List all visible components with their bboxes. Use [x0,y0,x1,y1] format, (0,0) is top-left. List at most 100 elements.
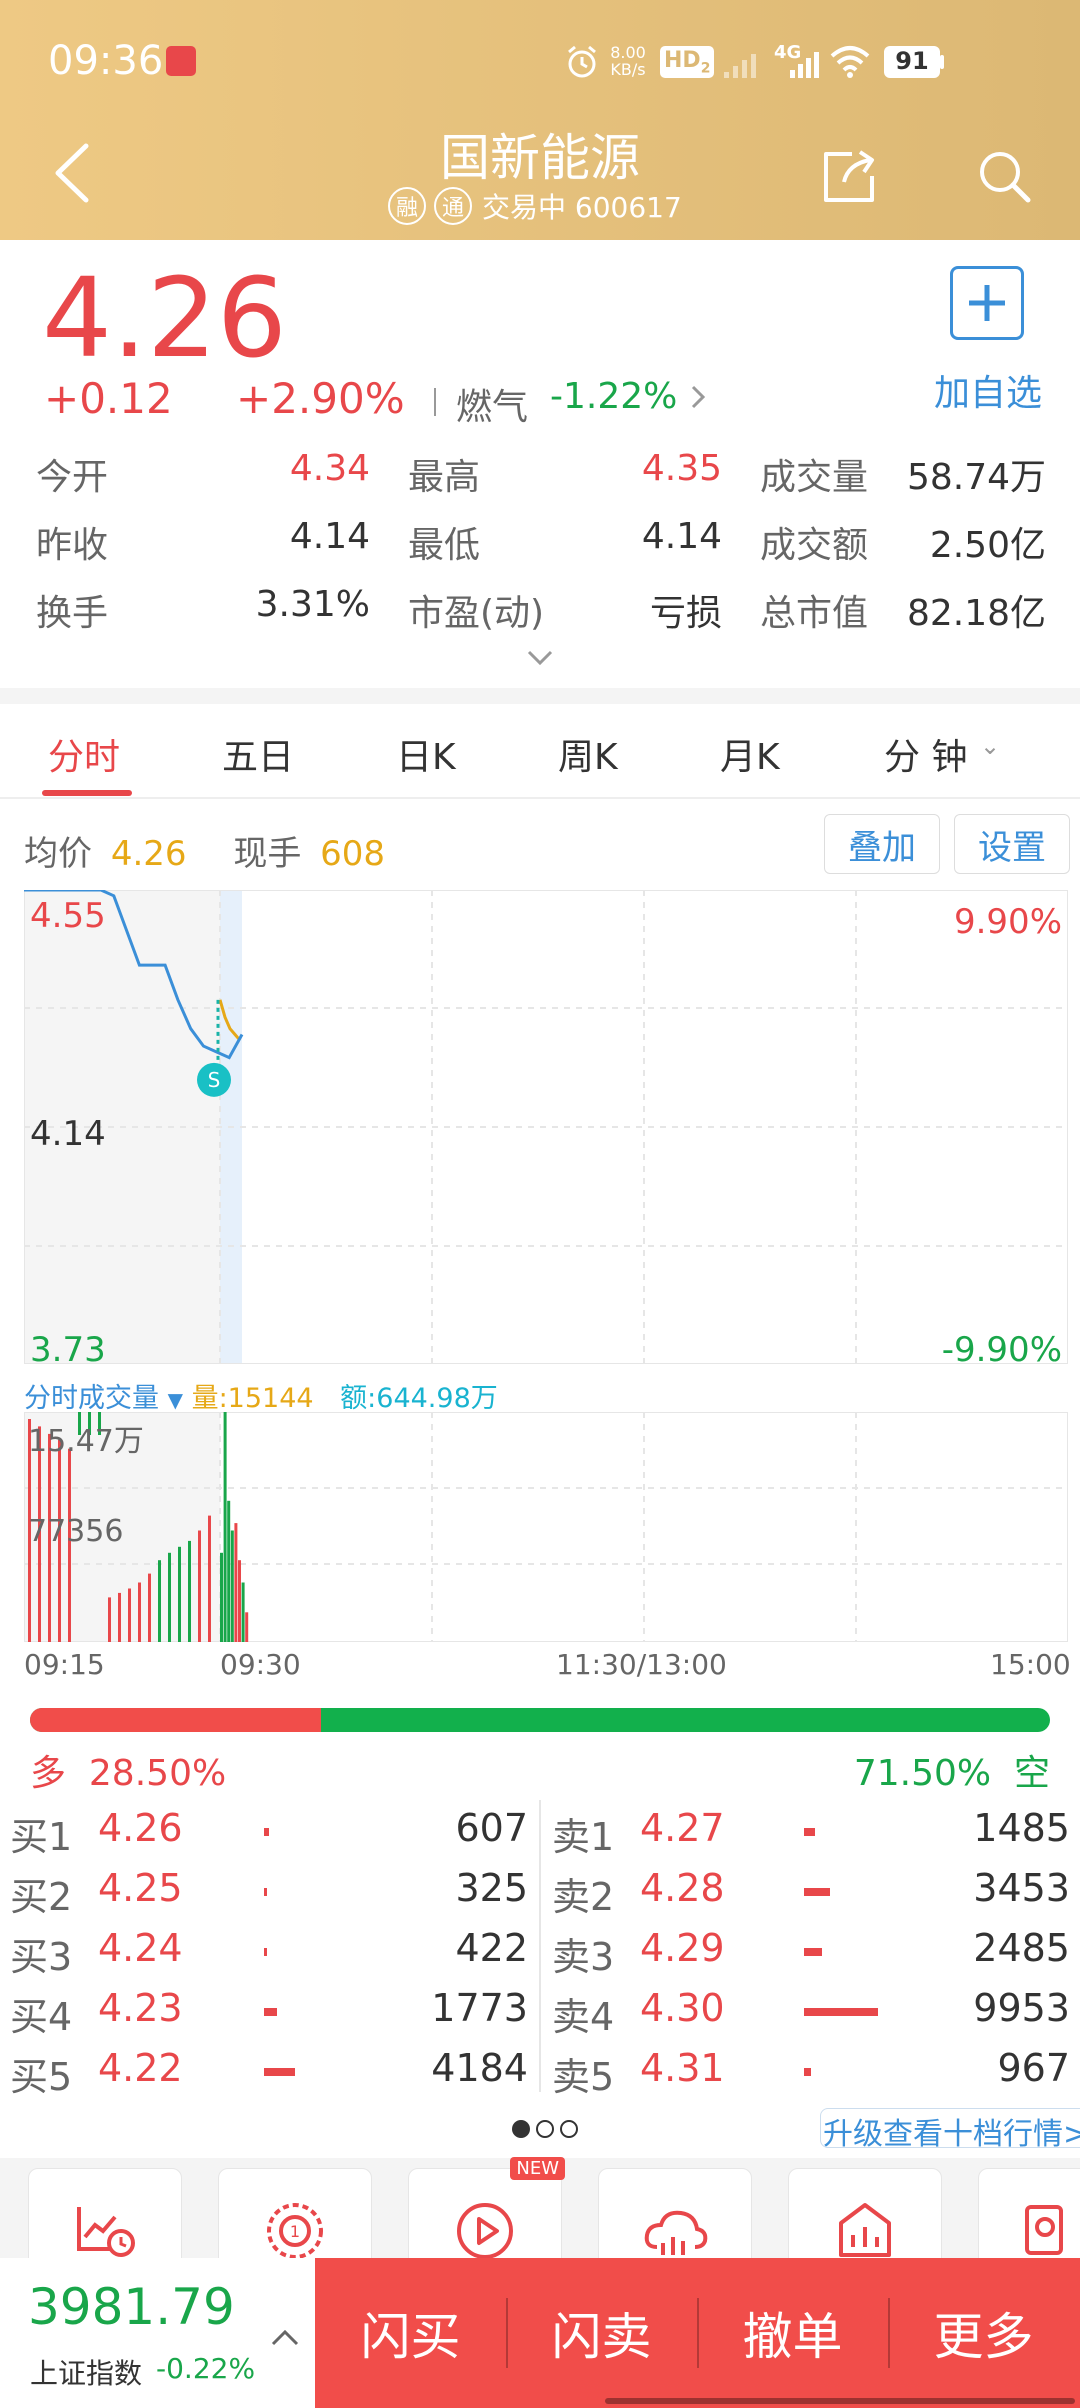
chevron-down-icon[interactable]: ⌄ [980,732,1000,760]
document-search-icon [1025,2205,1063,2255]
tabs-divider [0,797,1080,799]
plus-icon [969,285,1005,321]
volume-bar [220,1552,223,1642]
order-price[interactable]: 4.26 [98,1806,183,1850]
index-name[interactable]: 上证指数 [30,2352,142,2392]
volume-bar [138,1582,141,1642]
current-price: 4.26 [42,254,287,382]
volume-bar [178,1546,181,1642]
order-volume-bar [264,1948,267,1956]
index-change[interactable]: -0.22% [156,2352,255,2385]
settings-button[interactable]: 设置 [954,814,1070,874]
volume-bar [230,1530,234,1642]
tab-item[interactable]: 日K [396,728,456,780]
order-price[interactable]: 4.30 [640,1986,725,2030]
tab-item[interactable]: 分时 [48,728,120,780]
quick-sell-button[interactable]: 闪卖 [506,2258,697,2408]
stat-value: 4.35 [641,448,722,489]
bear-ratio: 71.50% 空 [853,1753,1050,1794]
volume-title[interactable]: 分时成交量 [24,1383,159,1414]
sector-change[interactable]: -1.22% [550,376,677,417]
volume-label-mid: 77356 [28,1514,124,1549]
volume-dropdown-icon[interactable]: ▼ [168,1388,183,1412]
order-volume-bar [804,2068,811,2076]
order-level-label: 买3 [10,1935,73,1979]
order-volume-bar [804,2008,878,2016]
add-watchlist-label[interactable]: 加自选 [934,364,1042,416]
order-volume-bar [264,2008,277,2016]
order-volume-bar [804,1948,822,1956]
expand-icon[interactable] [526,648,554,668]
chart-clock-icon [77,2207,135,2257]
wifi-icon [830,46,870,78]
order-price[interactable]: 4.22 [98,2046,183,2090]
stock-meta: 融 通 交易中 600617 [388,186,682,226]
order-price[interactable]: 4.23 [98,1986,183,2030]
status-bar: 09:36 8.00 KB/s HD2 4G 91 [0,0,1080,120]
tab-item[interactable]: 月K [720,728,780,780]
sector-name[interactable]: 燃气 [456,378,528,430]
stock-name: 国新能源 [440,129,640,187]
cloud-chart-icon [644,2210,708,2255]
order-price[interactable]: 4.25 [98,1866,183,1910]
chart-info: 均价 4.26 现手 608 [24,826,385,875]
order-price[interactable]: 4.28 [640,1866,725,1910]
volume-bar [245,1612,249,1642]
y-label-top: 4.55 [30,896,106,936]
chevron-up-icon[interactable] [270,2328,300,2348]
order-price[interactable]: 4.31 [640,2046,725,2090]
tab-item[interactable]: 五日 [222,728,294,780]
order-level-label: 卖5 [552,2055,615,2099]
signal-icon [790,52,819,78]
battery-tip [940,55,944,69]
volume-bar [168,1552,171,1642]
order-price[interactable]: 4.27 [640,1806,725,1850]
order-level-label: 卖3 [552,1935,615,1979]
order-level-label: 卖4 [552,1995,615,2039]
current-hand-value: 608 [320,834,386,874]
volume-chart[interactable] [24,1412,1068,1642]
avg-price-value: 4.26 [110,834,187,874]
page-dot[interactable] [560,2120,578,2138]
price-change-pct: +2.90% [236,374,405,423]
price-chart[interactable]: S [24,890,1068,1364]
cancel-order-button[interactable]: 撤单 [697,2258,888,2408]
signal-marker-label: S [208,1068,221,1092]
stat-value: 82.18亿 [906,593,1046,634]
price-change: +0.12 [44,374,173,423]
volume-bar [108,1597,111,1642]
index-value[interactable]: 3981.79 [28,2278,235,2336]
page-indicator[interactable] [512,2120,578,2138]
share-icon[interactable] [822,148,878,204]
volume-amount: 额:644.98万 [340,1383,498,1414]
app-notification-icon [166,46,196,76]
chart-tabs: 分时 五日 日K 周K 月K 分 钟 ⌄ [0,704,1080,798]
y-label-bottom-pct: -9.90% [941,1330,1062,1370]
order-price[interactable]: 4.29 [640,1926,725,1970]
stat-value: 2.50亿 [929,525,1046,566]
chevron-right-icon[interactable] [688,382,708,412]
volume-bar [241,1582,245,1642]
stat-value: 亏损 [649,593,722,634]
volume-bar [188,1540,191,1642]
more-button[interactable]: 更多 [888,2258,1079,2408]
alarm-icon [568,45,596,78]
upgrade-level10-link[interactable]: 升级查看十档行情> [820,2108,1080,2152]
order-price[interactable]: 4.24 [98,1926,183,1970]
stat-value: 4.14 [641,516,722,557]
quick-buy-button[interactable]: 闪买 [315,2258,506,2408]
volume-bar [118,1592,121,1642]
overlay-button[interactable]: 叠加 [824,814,940,874]
tab-item[interactable]: 分 钟 [884,728,967,780]
order-volume-bar [264,1888,267,1896]
search-icon[interactable] [976,148,1032,204]
order-level-label: 买4 [10,1995,73,2039]
tab-item[interactable]: 周K [558,728,618,780]
status-time: 09:36 [48,38,164,84]
feature-tiles: 1 NEW [0,2157,1080,2288]
add-watchlist-button[interactable] [950,266,1024,340]
page-dot[interactable] [536,2120,554,2138]
page-dot-active[interactable] [512,2120,530,2138]
order-level-label: 买5 [10,2055,73,2099]
battery-level: 91 [895,47,929,75]
